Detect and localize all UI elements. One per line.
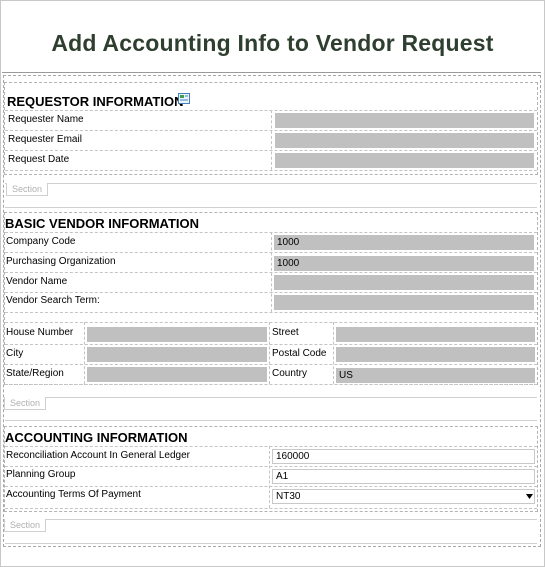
column-divider — [333, 322, 334, 384]
vendor-search-term-label: Vendor Search Term: — [6, 295, 100, 306]
section-tab[interactable]: Section — [4, 397, 47, 410]
column-divider — [271, 232, 272, 312]
form-icon — [178, 93, 190, 104]
state-region-field[interactable] — [87, 367, 267, 382]
requester-name-label: Requester Name — [8, 114, 84, 125]
vendor-name-label: Vendor Name — [6, 276, 68, 287]
row-divider — [5, 508, 537, 509]
column-divider — [269, 322, 270, 384]
postal-code-field[interactable] — [336, 347, 535, 362]
row-divider — [5, 384, 537, 385]
row-divider — [5, 486, 537, 487]
column-divider — [271, 110, 272, 170]
section-separator — [5, 543, 537, 544]
country-field[interactable]: US — [336, 368, 535, 383]
vendor-name-field[interactable] — [274, 275, 534, 290]
column-divider — [84, 322, 85, 384]
section-separator — [5, 420, 537, 421]
requester-name-field[interactable] — [275, 113, 534, 128]
house-number-field[interactable] — [87, 327, 267, 342]
row-divider — [5, 170, 537, 171]
column-divider — [269, 446, 270, 508]
reconciliation-account-label: Reconciliation Account In General Ledger — [6, 450, 191, 461]
section-separator — [5, 207, 537, 208]
section-tab[interactable]: Section — [4, 519, 47, 532]
request-date-field[interactable] — [275, 153, 534, 168]
state-region-label: State/Region — [6, 368, 64, 379]
street-label: Street — [272, 327, 299, 338]
chevron-down-icon[interactable] — [526, 494, 533, 499]
page-title: Add Accounting Info to Vendor Request — [51, 30, 494, 56]
city-field[interactable] — [87, 347, 267, 362]
requester-email-label: Requester Email — [8, 134, 82, 145]
purchasing-org-label: Purchasing Organization — [6, 256, 116, 267]
section-separator — [5, 397, 537, 398]
vendor-heading: BASIC VENDOR INFORMATION — [5, 216, 200, 231]
postal-code-label: Postal Code — [272, 348, 327, 359]
terms-of-payment-label: Accounting Terms Of Payment — [6, 489, 141, 500]
requestor-heading: REQUESTOR INFORMATION — [7, 94, 184, 109]
section-separator — [5, 519, 537, 520]
request-date-label: Request Date — [8, 154, 70, 165]
reconciliation-account-field[interactable]: 160000 — [272, 449, 535, 464]
row-divider — [5, 466, 537, 467]
planning-group-label: Planning Group — [6, 469, 76, 480]
title-divider — [2, 72, 541, 73]
row-divider — [5, 446, 537, 447]
requester-email-field[interactable] — [275, 133, 534, 148]
company-code-label: Company Code — [6, 236, 76, 247]
vendor-search-term-field[interactable] — [274, 295, 534, 310]
city-label: City — [6, 348, 24, 359]
row-divider — [5, 312, 537, 313]
terms-of-payment-select[interactable]: NT30 — [272, 489, 535, 504]
section-tab[interactable]: Section — [6, 183, 49, 196]
section-separator — [5, 183, 537, 184]
planning-group-field[interactable]: A1 — [272, 469, 535, 484]
country-label: Country — [272, 368, 308, 379]
house-number-label: House Number — [6, 327, 74, 338]
purchasing-org-field[interactable]: 1000 — [274, 256, 534, 271]
company-code-field[interactable]: 1000 — [274, 235, 534, 250]
accounting-heading: ACCOUNTING INFORMATION — [5, 430, 188, 445]
street-field[interactable] — [336, 327, 535, 342]
